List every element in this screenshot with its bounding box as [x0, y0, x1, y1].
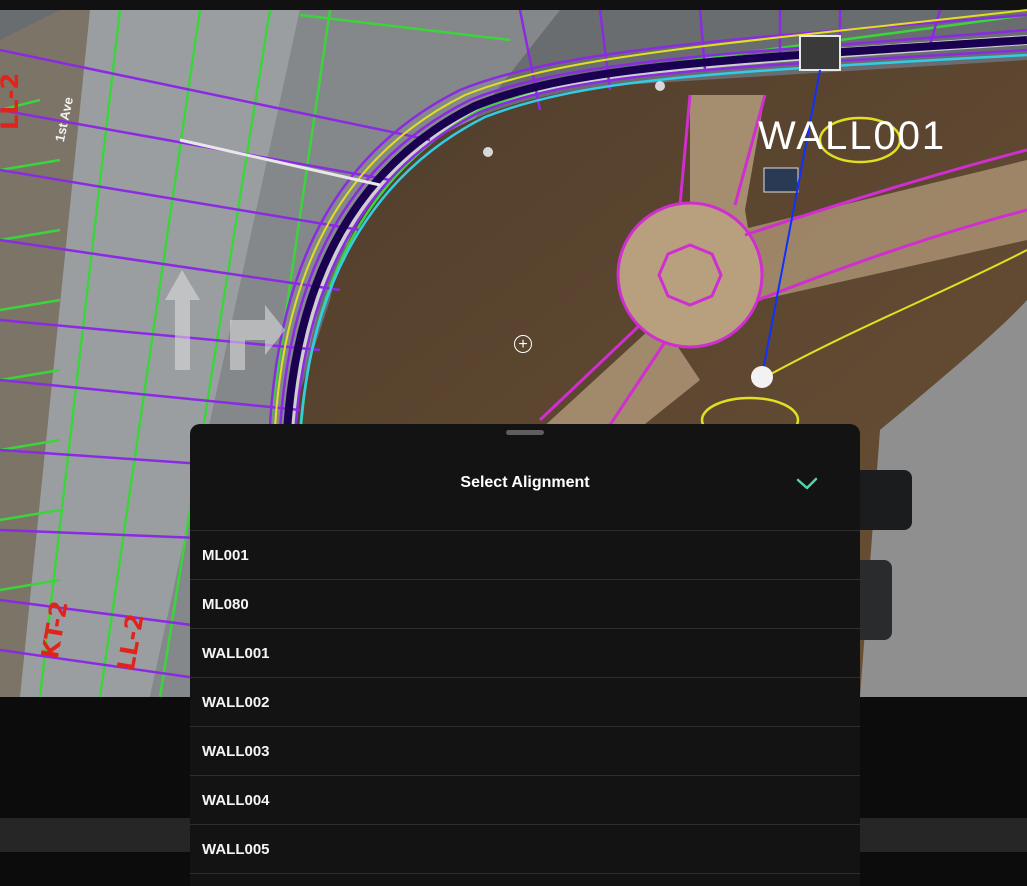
list-item-label: WALL003 [202, 743, 270, 760]
parked-car [852, 470, 912, 530]
list-item[interactable]: WALL001 [190, 629, 860, 678]
map-marker [483, 147, 493, 157]
confirm-button[interactable] [790, 470, 824, 498]
map-crosshair-icon: + [514, 335, 532, 353]
sheet-title: Select Alignment [460, 474, 590, 491]
sheet-header: Select Alignment [190, 424, 860, 530]
list-item-label: ML080 [202, 596, 249, 613]
list-item[interactable]: ML080 [190, 580, 860, 629]
list-item-label: WALL002 [202, 694, 270, 711]
list-item[interactable]: ML001 [190, 531, 860, 580]
checkmark-icon [796, 477, 818, 490]
alignment-name-label: WALL001 [758, 114, 947, 158]
list-item[interactable]: WALL004 [190, 776, 860, 825]
list-item[interactable]: WALL003 [190, 727, 860, 776]
alignment-list: ML001 ML080 WALL001 WALL002 WALL003 WALL… [190, 531, 860, 874]
top-edge [0, 0, 1027, 10]
lane-arrow [175, 300, 190, 370]
list-item-label: WALL004 [202, 792, 270, 809]
equipment-marker [763, 167, 799, 193]
list-item-label: WALL001 [202, 645, 270, 662]
measure-point[interactable] [751, 366, 773, 388]
lane-arrow [230, 320, 245, 370]
list-item[interactable]: WALL005 [190, 825, 860, 874]
select-alignment-sheet: Select Alignment ML001 ML080 WALL001 WAL… [190, 424, 860, 886]
list-item[interactable]: WALL002 [190, 678, 860, 727]
redline-note: LL-2 [0, 72, 24, 130]
list-item-label: ML001 [202, 547, 249, 564]
map-marker [655, 81, 665, 91]
list-item-label: WALL005 [202, 841, 270, 858]
structure-marker [799, 35, 841, 71]
